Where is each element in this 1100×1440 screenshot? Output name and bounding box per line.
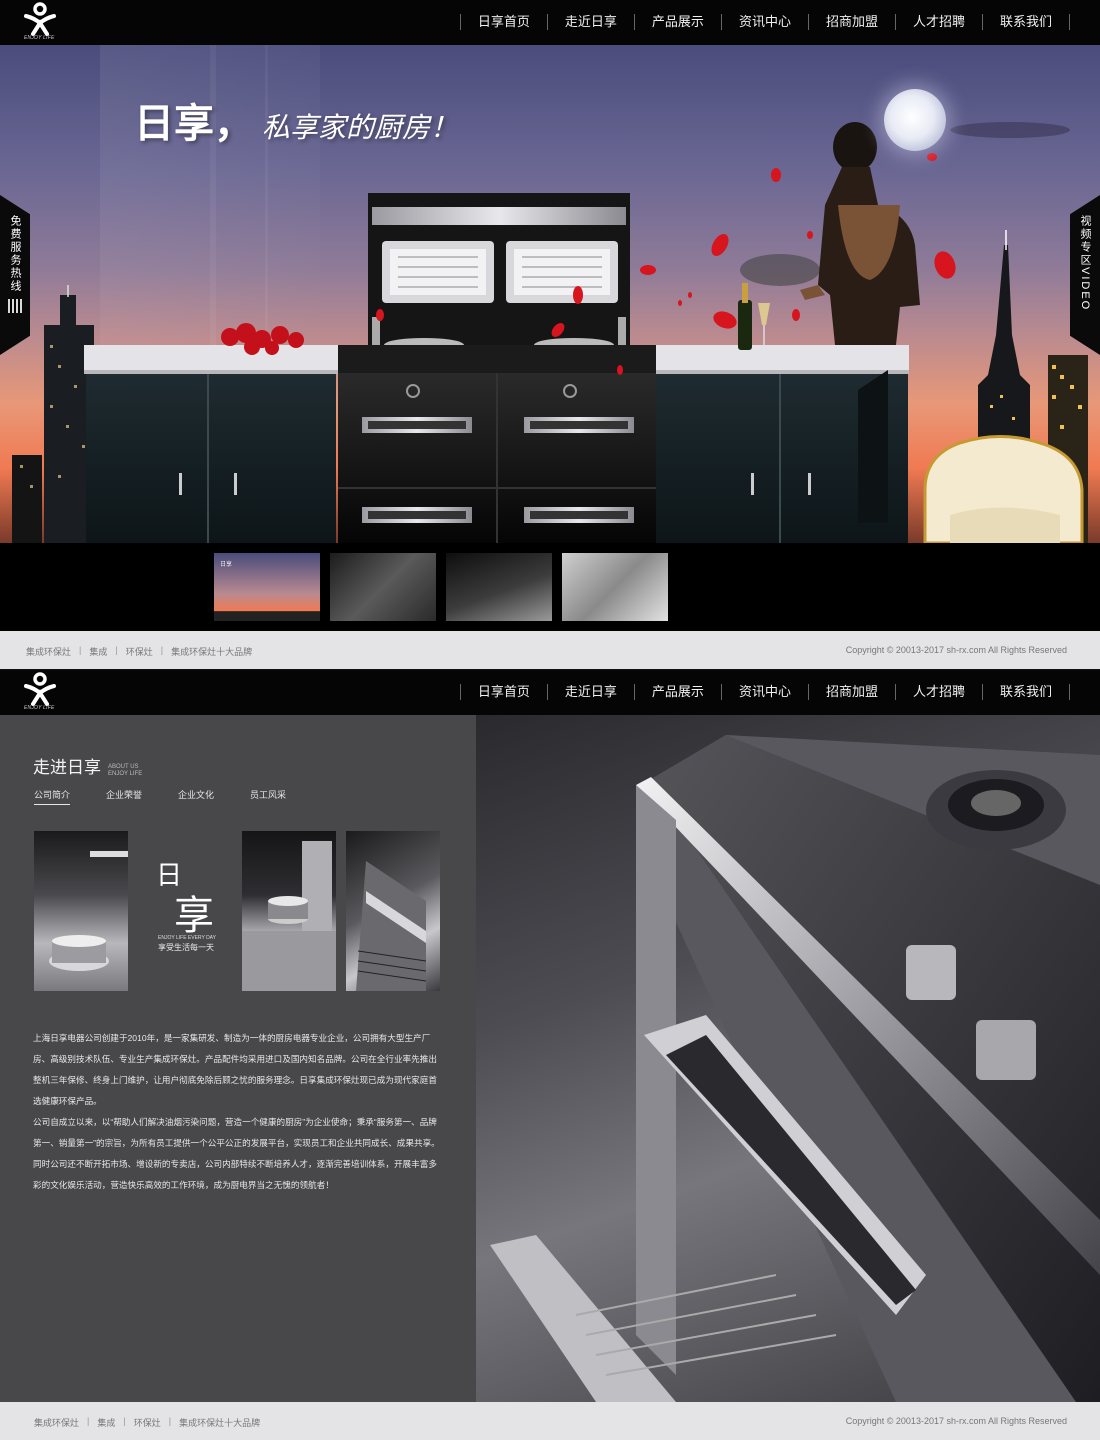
product-closeup-art bbox=[490, 735, 1100, 1402]
about-title: 走进日享 bbox=[33, 758, 101, 777]
tab-culture[interactable]: 企业文化 bbox=[178, 788, 214, 805]
footer-bottom: 集成环保灶 | 集成 | 环保灶 | 集成环保灶十大品牌 Copyright © 20… bbox=[0, 1402, 1100, 1440]
about-title-en-1: ABOUT US bbox=[108, 764, 139, 770]
hero-banner: 日享， 私享家的厨房！ 免费服务热线 视频专区VIDEO bbox=[0, 45, 1100, 543]
free-hotline-tab[interactable]: 免费服务热线 bbox=[0, 195, 30, 355]
thumbnail-3[interactable] bbox=[446, 553, 552, 621]
about-heading: 走进日享 ABOUT US ENJOY LIFE bbox=[33, 753, 142, 778]
logo-char-2: 享 bbox=[174, 894, 214, 938]
brand-logo[interactable]: ENJOY LIFE bbox=[22, 2, 62, 44]
logo-cn: 享受生活每一天 bbox=[158, 943, 214, 952]
footer-link[interactable]: 环保灶 bbox=[126, 645, 153, 658]
copyright: Copyright © 20013-2017 sh-rx.com All Rig… bbox=[845, 1416, 1067, 1426]
main-nav: 日享首页 走近日享 产品展示 资讯中心 招商加盟 人才招聘 联系我们 bbox=[459, 14, 1070, 30]
copyright: Copyright © 20013-2017 sh-rx.com All Rig… bbox=[845, 645, 1067, 655]
nav-item-franchise[interactable]: 招商加盟 bbox=[807, 684, 895, 700]
gallery-photo-2-art bbox=[242, 841, 336, 991]
about-paragraph-2: 公司自成立以来，以“帮助人们解决油烟污染问题，营造一个健康的厨房”为企业使命；秉… bbox=[33, 1117, 440, 1190]
footer-link[interactable]: 集成 bbox=[97, 1416, 115, 1429]
about-tabs: 公司简介 企业荣誉 企业文化 员工风采 bbox=[34, 788, 322, 805]
nav-item-franchise[interactable]: 招商加盟 bbox=[807, 14, 895, 30]
thumbnail-4[interactable] bbox=[562, 553, 668, 621]
footer-links: 集成环保灶 | 集成 | 环保灶 | 集成环保灶十大品牌 bbox=[26, 645, 253, 658]
footer-top: 集成环保灶 | 集成 | 环保灶 | 集成环保灶十大品牌 Copyright © 20… bbox=[0, 631, 1100, 669]
nav-item-jobs[interactable]: 人才招聘 bbox=[894, 14, 982, 30]
gallery-photo-1[interactable] bbox=[34, 831, 128, 991]
nav-item-jobs[interactable]: 人才招聘 bbox=[894, 684, 982, 700]
footer-link[interactable]: 集成环保灶十大品牌 bbox=[171, 645, 252, 658]
logo-tagline: ENJOY LIFE bbox=[24, 705, 55, 711]
video-zone-label: 视频专区VIDEO bbox=[1079, 215, 1091, 312]
brand-logo-icon bbox=[24, 672, 56, 706]
footer-link[interactable]: 集成 bbox=[89, 645, 107, 658]
hero-slogan-sub: 私享家的厨房！ bbox=[262, 111, 459, 144]
about-paragraph-1: 上海日享电器公司创建于2010年，是一家集研发、制造为一体的厨房电器专业企业，公… bbox=[33, 1033, 437, 1106]
footer-link[interactable]: 集成环保灶 bbox=[34, 1416, 79, 1429]
moon bbox=[884, 89, 946, 151]
gallery-photo-3-art bbox=[356, 861, 427, 991]
gallery-photo-2[interactable] bbox=[242, 831, 336, 991]
gallery-logo-block: 日 享 ENJOY LIFE EVERY DAY 享受生活每一天 bbox=[138, 831, 232, 991]
about-navbar: ENJOY LIFE 日享首页 走近日享 产品展示 资讯中心 招商加盟 人才招聘… bbox=[0, 670, 1100, 715]
nav-item-home[interactable]: 日享首页 bbox=[459, 14, 547, 30]
about-description: 上海日享电器公司创建于2010年，是一家集研发、制造为一体的厨房电器专业企业，公… bbox=[33, 1028, 443, 1196]
free-hotline-label: 免费服务热线 bbox=[9, 215, 21, 293]
footer-link[interactable]: 环保灶 bbox=[134, 1416, 161, 1429]
thumbnail-caption: 日享 bbox=[220, 562, 233, 568]
thumbnail-1[interactable]: 日享 bbox=[214, 553, 320, 621]
nav-item-home[interactable]: 日享首页 bbox=[459, 684, 547, 700]
banner-thumbnails: 日享 bbox=[0, 543, 1100, 631]
nav-item-news[interactable]: 资讯中心 bbox=[720, 14, 808, 30]
footer-link[interactable]: 集成环保灶 bbox=[26, 645, 71, 658]
qr-code-icon bbox=[8, 299, 22, 313]
thumbnail-2[interactable] bbox=[330, 553, 436, 621]
tab-honors[interactable]: 企业荣誉 bbox=[106, 788, 142, 805]
logo-en: ENJOY LIFE EVERY DAY bbox=[158, 935, 216, 941]
gallery-photo-1-art bbox=[49, 851, 128, 971]
logo-tagline: ENJOY LIFE bbox=[24, 35, 55, 41]
about-panel: 走进日享 ABOUT US ENJOY LIFE 公司简介 企业荣誉 企业文化 … bbox=[0, 715, 476, 1402]
video-zone-tab[interactable]: 视频专区VIDEO bbox=[1070, 195, 1100, 355]
tab-company-profile[interactable]: 公司简介 bbox=[34, 788, 71, 805]
nav-item-about[interactable]: 走近日享 bbox=[546, 14, 634, 30]
product-closeup-photo bbox=[476, 715, 1100, 1402]
nav-item-products[interactable]: 产品展示 bbox=[633, 684, 721, 700]
nav-item-news[interactable]: 资讯中心 bbox=[720, 684, 808, 700]
nav-item-products[interactable]: 产品展示 bbox=[633, 14, 721, 30]
footer-link[interactable]: 集成环保灶十大品牌 bbox=[179, 1416, 260, 1429]
hero-slogan: 日享， 私享家的厨房！ bbox=[134, 91, 458, 149]
nav-item-about[interactable]: 走近日享 bbox=[546, 684, 634, 700]
brand-logo[interactable]: ENJOY LIFE bbox=[22, 672, 62, 714]
about-section: 走进日享 ABOUT US ENJOY LIFE 公司简介 企业荣誉 企业文化 … bbox=[0, 715, 1100, 1402]
nav-item-contact[interactable]: 联系我们 bbox=[981, 14, 1070, 30]
about-title-en-2: ENJOY LIFE bbox=[108, 771, 143, 777]
top-navbar: ENJOY LIFE 日享首页 走近日享 产品展示 资讯中心 招商加盟 人才招聘… bbox=[0, 0, 1100, 45]
main-nav: 日享首页 走近日享 产品展示 资讯中心 招商加盟 人才招聘 联系我们 bbox=[459, 684, 1070, 700]
tab-staff[interactable]: 员工风采 bbox=[250, 788, 286, 805]
nav-item-contact[interactable]: 联系我们 bbox=[981, 684, 1070, 700]
hero-slogan-main: 日享， bbox=[134, 101, 254, 147]
brand-logo-icon bbox=[24, 2, 56, 36]
gallery-photo-3[interactable] bbox=[346, 831, 440, 991]
about-title-en: ABOUT US ENJOY LIFE bbox=[108, 764, 142, 778]
footer-links: 集成环保灶 | 集成 | 环保灶 | 集成环保灶十大品牌 bbox=[34, 1416, 261, 1429]
